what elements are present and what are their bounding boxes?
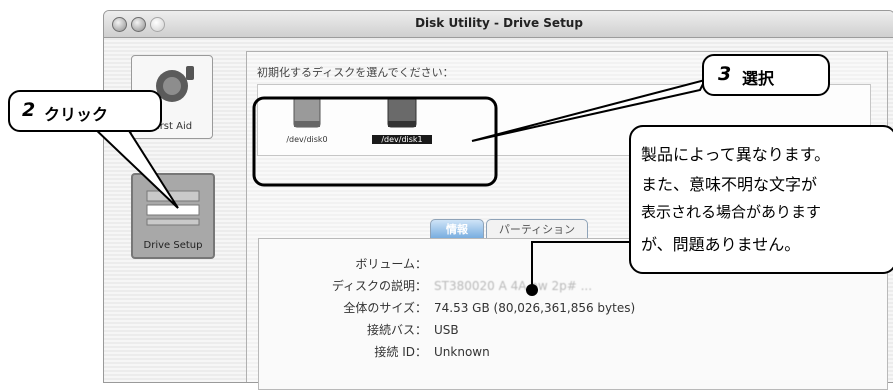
- info-value: USB: [434, 323, 459, 337]
- disk-item[interactable]: /dev/disk1: [366, 95, 438, 147]
- step2-text: クリック: [44, 105, 109, 124]
- disk-label: /dev/disk0: [286, 135, 328, 144]
- select-disk-prompt: 初期化するディスクを選んでください：: [257, 66, 454, 79]
- info-key: ボリューム：: [355, 257, 427, 271]
- info-key: 全体のサイズ：: [343, 301, 427, 315]
- note-line: 表示される場合があります: [641, 203, 822, 221]
- step3-text: 選択: [742, 69, 775, 88]
- window-title: Disk Utility - Drive Setup: [415, 16, 583, 30]
- note-line: 製品によって異なります。: [641, 145, 831, 164]
- info-key: 接続 ID：: [374, 345, 427, 359]
- info-value: 74.53 GB (80,026,361,856 bytes): [434, 301, 636, 315]
- info-key: ディスクの説明：: [331, 279, 427, 293]
- step2-callout: 2 クリック: [8, 90, 162, 132]
- drive-setup-button[interactable]: Drive Setup: [131, 173, 215, 259]
- step3-callout: 3 選択: [702, 54, 830, 96]
- note-line: が、問題ありません。: [641, 235, 801, 254]
- disk-label: /dev/disk1: [372, 135, 432, 144]
- info-row-size: 全体のサイズ： 74.53 GB (80,026,361,856 bytes): [259, 297, 887, 319]
- note-line: また、意味不明な文字が: [641, 175, 818, 194]
- note-callout: 製品によって異なります。 また、意味不明な文字が 表示される場合があります が、…: [629, 125, 893, 274]
- info-row-bus: 接続バス： USB: [259, 319, 887, 341]
- title-bar: Disk Utility - Drive Setup: [104, 11, 893, 38]
- drive-setup-label: Drive Setup: [143, 240, 203, 251]
- drive-setup-icon: [146, 190, 200, 226]
- step2-number: 2: [22, 99, 36, 121]
- hard-disk-icon: [387, 96, 417, 128]
- info-value: Unknown: [434, 345, 490, 359]
- hard-disk-icon: [293, 96, 321, 128]
- info-row-description: ディスクの説明： ST380020 A 4A bw 2p# ...: [259, 275, 887, 297]
- info-value: ST380020 A 4A bw 2p# ...: [434, 279, 593, 293]
- disk-item[interactable]: /dev/disk0: [272, 95, 342, 147]
- info-key: 接続バス：: [366, 323, 427, 337]
- info-row-id: 接続 ID： Unknown: [259, 341, 887, 363]
- step3-number: 3: [718, 63, 732, 85]
